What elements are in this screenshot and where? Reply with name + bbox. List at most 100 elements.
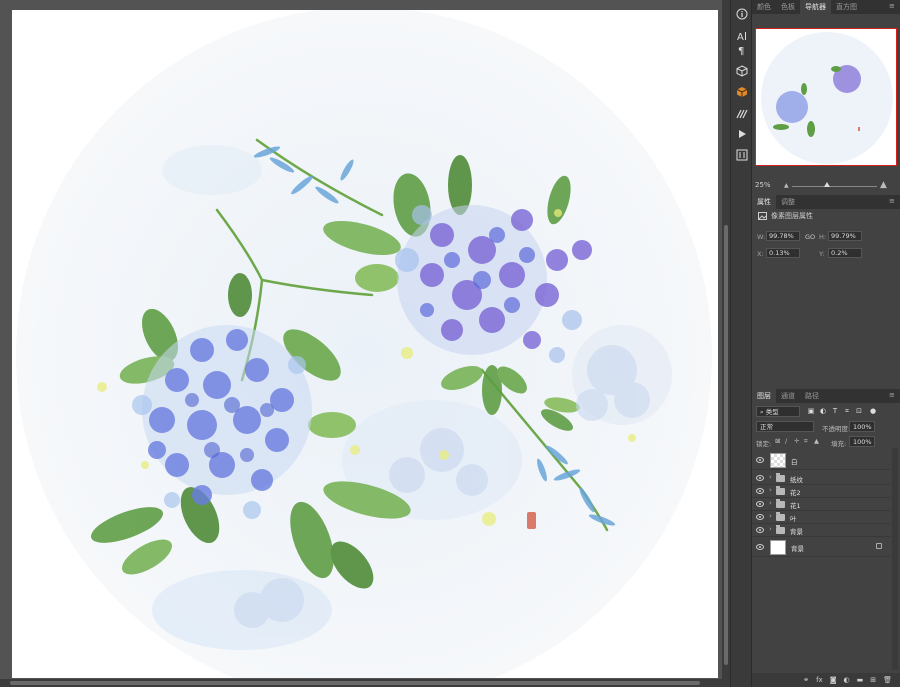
adjustment-layer-icon[interactable]: ◐	[844, 676, 850, 684]
tab-swatches[interactable]: 色板	[776, 0, 800, 14]
tab-navigator[interactable]: 导航器	[800, 0, 831, 14]
navigator-zoom-row: 25% ▲ ▲	[752, 179, 900, 193]
vertical-scrollbar[interactable]	[722, 0, 730, 687]
properties-title-label: 像素图层属性	[771, 212, 813, 220]
zoom-out-icon[interactable]: ▲	[784, 182, 789, 189]
layer-name: 纸纹	[790, 476, 803, 484]
panel-menu-icon[interactable]: ≡	[889, 392, 896, 399]
zoom-slider-knob[interactable]	[824, 182, 830, 187]
layer-name: 背景	[791, 545, 804, 553]
layer-row-paper-texture[interactable]: › 纸纹	[752, 472, 890, 485]
layers-tabbar: 图层 通道 路径 ≡	[752, 389, 900, 403]
zoom-slider[interactable]	[792, 186, 877, 187]
tab-paths[interactable]: 路径	[800, 389, 824, 403]
link-dimensions-icon[interactable]: GO	[805, 233, 815, 241]
panel-menu-icon[interactable]: ≡	[889, 3, 896, 10]
expand-caret-icon[interactable]: ›	[769, 473, 772, 481]
layer-row-white[interactable]: 白	[752, 451, 890, 470]
visibility-eye-icon[interactable]	[756, 501, 764, 507]
folder-icon	[776, 525, 785, 534]
smart-object-filter-icon[interactable]: ⊡	[855, 407, 863, 415]
y-label: Y:	[819, 250, 825, 258]
navigator-thumbnail[interactable]	[755, 28, 897, 166]
width-field[interactable]: 99.78%	[766, 231, 800, 241]
brush-icon[interactable]	[734, 105, 750, 121]
layers-footer: ⚭ fx ◙ ◐ ▬ ⊞ 🗑	[752, 673, 900, 687]
properties-title: 像素图层属性	[758, 211, 813, 221]
zoom-in-icon[interactable]: ▲	[880, 180, 887, 190]
watercolor-artwork	[16, 10, 712, 678]
height-field[interactable]: 99.79%	[828, 231, 862, 241]
new-layer-icon[interactable]: ⊞	[870, 676, 876, 684]
type-filter-icon[interactable]: T	[831, 407, 839, 415]
tab-layers[interactable]: 图层	[752, 389, 776, 403]
3d-cube-icon[interactable]	[734, 63, 750, 79]
layer-row-flower-2[interactable]: › 花2	[752, 485, 890, 498]
panel-menu-icon[interactable]: ≡	[889, 198, 896, 205]
seal-stamp	[527, 512, 536, 529]
layer-row-leaf[interactable]: › 叶	[752, 511, 890, 524]
opacity-label: 不透明度:	[822, 425, 851, 433]
layer-row-background-group[interactable]: › 背景	[752, 524, 890, 537]
3d-orange-icon[interactable]	[734, 84, 750, 100]
pixel-filter-icon[interactable]: ▣	[807, 407, 815, 415]
blend-mode-value: 正常	[760, 423, 773, 431]
visibility-eye-icon[interactable]	[756, 475, 764, 481]
horizontal-scrollbar[interactable]	[0, 679, 722, 687]
visibility-eye-icon[interactable]	[756, 514, 764, 520]
tab-histogram[interactable]: 直方图	[831, 0, 862, 14]
document-artboard[interactable]	[12, 10, 718, 678]
folder-icon	[776, 486, 785, 495]
visibility-eye-icon[interactable]	[756, 527, 764, 533]
y-field[interactable]: 0.2%	[828, 248, 862, 258]
layer-name: 白	[791, 458, 798, 466]
info-icon[interactable]	[734, 6, 750, 22]
opacity-field[interactable]: 100%	[849, 421, 875, 432]
tab-properties[interactable]: 属性	[752, 195, 776, 209]
tab-color[interactable]: 颜色	[752, 0, 776, 14]
shape-filter-icon[interactable]: ⌗	[843, 407, 851, 415]
canvas-area[interactable]	[0, 0, 730, 687]
zoom-value[interactable]: 25%	[755, 181, 771, 189]
lock-paint-icon[interactable]: /	[785, 437, 787, 445]
lock-position-icon[interactable]: ✛	[794, 437, 799, 445]
link-layers-icon[interactable]: ⚭	[803, 676, 809, 684]
tab-adjustments[interactable]: 调整	[776, 195, 800, 209]
add-mask-icon[interactable]: ◙	[830, 676, 837, 684]
visibility-eye-icon[interactable]	[756, 488, 764, 494]
horizontal-scroll-thumb[interactable]	[10, 681, 700, 685]
tool-preset-icon[interactable]	[734, 147, 750, 163]
expand-caret-icon[interactable]: ›	[769, 525, 772, 533]
lock-transparency-icon[interactable]: ⊠	[775, 437, 780, 445]
layer-row-flower-1[interactable]: › 花1	[752, 498, 890, 511]
layer-name: 背景	[790, 528, 803, 536]
expand-caret-icon[interactable]: ›	[769, 486, 772, 494]
fill-field[interactable]: 100%	[849, 436, 875, 447]
trash-icon[interactable]: 🗑	[883, 676, 892, 684]
expand-caret-icon[interactable]: ›	[769, 512, 772, 520]
visibility-eye-icon[interactable]	[756, 544, 764, 550]
new-group-icon[interactable]: ▬	[857, 676, 864, 684]
x-label: X:	[757, 250, 764, 258]
vertical-scroll-thumb[interactable]	[724, 225, 728, 665]
layer-row-background[interactable]: 背景	[752, 538, 890, 557]
layer-name: 叶	[790, 515, 797, 523]
w-label: W:	[757, 233, 766, 241]
svg-text:A: A	[737, 32, 744, 42]
filter-toggle-icon[interactable]: ●	[869, 407, 877, 415]
paragraph-icon[interactable]: ¶	[734, 42, 750, 58]
layers-scrollbar[interactable]	[892, 448, 898, 670]
tab-channels[interactable]: 通道	[776, 389, 800, 403]
lock-artboard-icon[interactable]: ⌗	[804, 437, 808, 446]
x-field[interactable]: 0.13%	[766, 248, 800, 258]
navigator-preview-image	[761, 32, 893, 164]
navigator-tabbar: 颜色 色板 导航器 直方图 ≡	[752, 0, 900, 14]
lock-all-icon[interactable]: ▲	[814, 437, 819, 445]
layer-filter-select[interactable]: ⌕ 类型	[756, 406, 800, 417]
fx-icon[interactable]: fx	[816, 676, 823, 684]
expand-caret-icon[interactable]: ›	[769, 499, 772, 507]
adjustment-filter-icon[interactable]: ◐	[819, 407, 827, 415]
blend-mode-select[interactable]: 正常	[756, 421, 814, 432]
play-icon[interactable]	[734, 126, 750, 142]
visibility-eye-icon[interactable]	[756, 457, 764, 463]
